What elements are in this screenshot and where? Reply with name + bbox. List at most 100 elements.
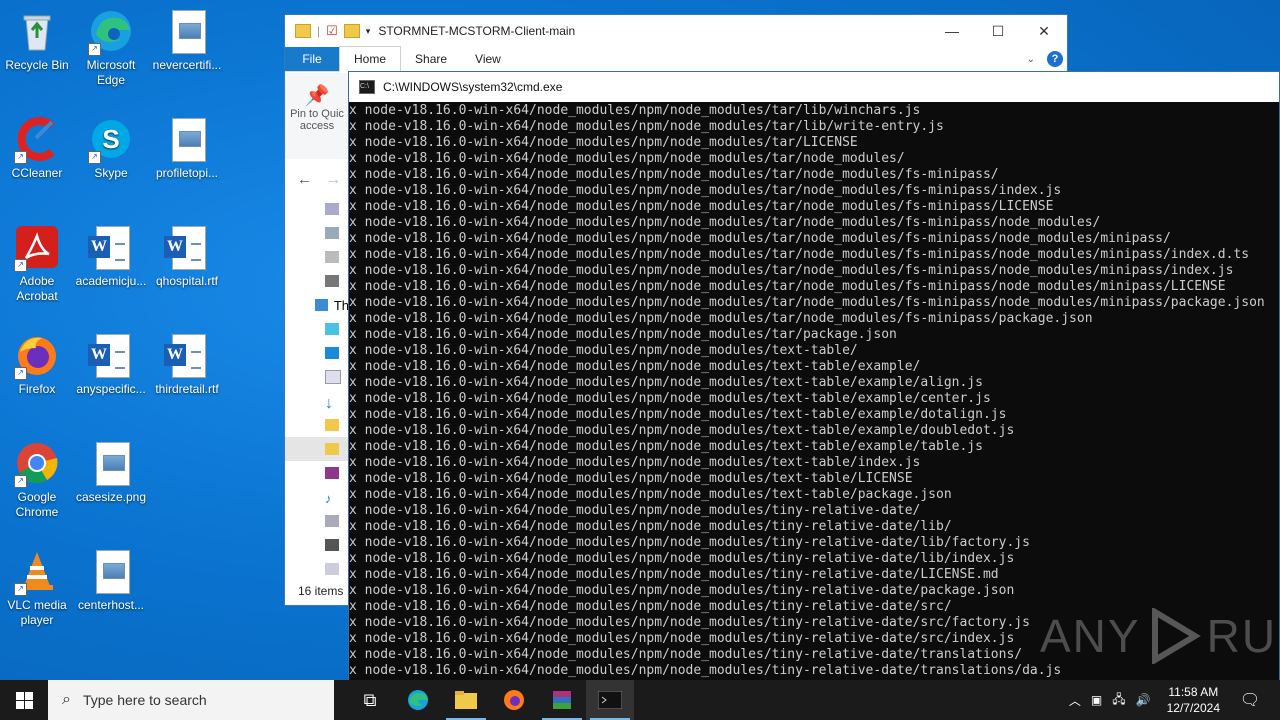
desktop-icon-ccleaner[interactable]: ↗ CCleaner xyxy=(0,116,74,181)
network-icon[interactable]: 🖧 xyxy=(1112,690,1125,711)
desktop-icon-label: Skype xyxy=(94,166,128,180)
explorer-title-bar[interactable]: | ☑ ▾ STORMNET-MCSTORM-Client-main — ☐ ✕ xyxy=(285,15,1067,47)
recycle-bin-icon xyxy=(14,8,60,54)
desktop-icon-academicju[interactable]: W academicju... xyxy=(74,224,148,289)
maximize-button[interactable]: ☐ xyxy=(975,16,1021,46)
tab-view[interactable]: View xyxy=(461,47,515,71)
console-line: x node-v18.16.0-win-x64/node_modules/npm… xyxy=(349,231,1171,246)
cmd-title-bar[interactable]: C:\ C:\WINDOWS\system32\cmd.exe xyxy=(349,72,1279,102)
nav-item-desktop[interactable] xyxy=(285,197,349,221)
back-arrow-icon[interactable]: ← xyxy=(297,171,312,188)
nav-item-search[interactable] xyxy=(285,245,349,269)
console-line: x node-v18.16.0-win-x64/node_modules/npm… xyxy=(349,151,905,166)
notification-icon[interactable]: 🗨 xyxy=(1230,690,1270,710)
cube-icon xyxy=(325,323,339,335)
desktop-icon-vlc[interactable]: ↗ VLC media player xyxy=(0,548,74,628)
desktop-icon-label: Microsoft Edge xyxy=(86,58,136,87)
chrome-icon: ↗ xyxy=(14,440,60,488)
nav-item-downloads[interactable]: ↓ xyxy=(285,389,349,413)
edge-icon[interactable] xyxy=(394,680,442,720)
nav-item-desktop-pc[interactable] xyxy=(285,341,349,365)
close-button[interactable]: ✕ xyxy=(1021,16,1067,46)
skype-icon: S ↗ xyxy=(88,116,134,164)
console-line: x node-v18.16.0-win-x64/node_modules/npm… xyxy=(349,471,913,486)
nav-item-network[interactable] xyxy=(285,221,349,245)
image-file-icon xyxy=(164,116,210,162)
file-explorer-icon[interactable] xyxy=(442,680,490,720)
tab-file[interactable]: File xyxy=(285,47,339,71)
desktop-icon-skype[interactable]: S ↗ Skype xyxy=(74,116,148,181)
desktop-icon-chrome[interactable]: ↗ Google Chrome xyxy=(0,440,74,520)
nav-item-3d-objects[interactable] xyxy=(285,317,349,341)
desktop-icon-profiletopi[interactable]: profiletopi... xyxy=(150,116,224,181)
ccleaner-icon: ↗ xyxy=(14,116,60,164)
nav-item-videos-pc[interactable] xyxy=(285,533,349,557)
firefox-icon[interactable] xyxy=(490,680,538,720)
chevron-down-icon[interactable]: ⌄ xyxy=(1027,54,1035,65)
desktop-icon xyxy=(325,203,339,215)
desktop-icon-qhospital[interactable]: W qhospital.rtf xyxy=(150,224,224,289)
console-line: x node-v18.16.0-win-x64/node_modules/npm… xyxy=(349,503,921,518)
console-line: x node-v18.16.0-win-x64/node_modules/npm… xyxy=(349,519,952,534)
separator: | xyxy=(317,24,321,38)
desktop-icon-firefox[interactable]: ↗ Firefox xyxy=(0,332,74,397)
console-line: x node-v18.16.0-win-x64/node_modules/npm… xyxy=(349,583,1015,598)
desktop-icon-centerhost[interactable]: centerhost... xyxy=(74,548,148,613)
properties-icon[interactable]: ☑ xyxy=(326,23,338,39)
nav-item-documents[interactable] xyxy=(285,365,349,389)
search-placeholder: Type here to search xyxy=(82,692,207,708)
word-doc-icon: W xyxy=(88,224,134,270)
new-folder-icon[interactable] xyxy=(343,24,360,38)
console-line: x node-v18.16.0-win-x64/node_modules/npm… xyxy=(349,279,1226,294)
pin-to-quick-access-button[interactable]: 📌 Pin to Quic access xyxy=(285,73,349,159)
desktop-icon-nevercertifi[interactable]: nevercertifi... xyxy=(150,8,224,73)
clock[interactable]: 11:58 AM 12/7/2024 xyxy=(1167,684,1220,716)
desktop-icon-anyspecific[interactable]: W anyspecific... xyxy=(74,332,148,397)
volume-icon[interactable]: 🔊 xyxy=(1136,693,1151,707)
nav-item-archive[interactable] xyxy=(285,461,349,485)
task-view-icon[interactable]: ⧉ xyxy=(346,680,394,720)
meet-now-icon[interactable]: ▣ xyxy=(1091,693,1102,707)
desktop-icon-edge[interactable]: ↗ Microsoft Edge xyxy=(74,8,148,88)
nav-item-videos[interactable] xyxy=(285,269,349,293)
cmd-icon[interactable] xyxy=(586,680,634,720)
console-line: x node-v18.16.0-win-x64/node_modules/npm… xyxy=(349,343,858,358)
console-line: x node-v18.16.0-win-x64/node_modules/npm… xyxy=(349,439,983,454)
desktop-icon-thirdretail[interactable]: W thirdretail.rtf xyxy=(150,332,224,397)
help-icon[interactable]: ? xyxy=(1047,51,1063,67)
navigation-buttons: ← → xyxy=(285,161,349,197)
nav-item-music[interactable]: ♪ xyxy=(285,485,349,509)
download-arrow-icon: ↓ xyxy=(325,395,333,412)
desktop-icon-label: profiletopi... xyxy=(155,166,219,180)
taskbar: ⌕ Type here to search ⧉ ︿ ▣ 🖧 🔊 11:58 AM… xyxy=(0,680,1280,720)
desktop-icon-label: CCleaner xyxy=(11,166,63,180)
console-line: x node-v18.16.0-win-x64/node_modules/npm… xyxy=(349,199,1054,214)
nav-item-folder[interactable] xyxy=(285,413,349,437)
taskbar-search-box[interactable]: ⌕ Type here to search xyxy=(48,680,334,720)
pin-label-line2: access xyxy=(299,120,335,132)
desktop-icon-label: Google Chrome xyxy=(15,490,59,519)
desktop-icon-acrobat[interactable]: ↗ Adobe Acrobat xyxy=(0,224,74,304)
film-icon xyxy=(325,275,339,287)
nav-item-pictures[interactable] xyxy=(285,509,349,533)
nav-item-this-pc[interactable]: Th xyxy=(285,293,349,317)
console-line: x node-v18.16.0-win-x64/node_modules/npm… xyxy=(349,663,1062,678)
winrar-icon[interactable] xyxy=(538,680,586,720)
minimize-button[interactable]: — xyxy=(929,16,975,46)
chevron-up-icon[interactable]: ︿ xyxy=(1069,692,1081,709)
edge-icon: ↗ xyxy=(88,8,134,56)
forward-arrow-icon[interactable]: → xyxy=(326,171,341,188)
nav-item-folder-selected[interactable] xyxy=(285,437,349,461)
tab-share[interactable]: Share xyxy=(401,47,461,71)
desktop-icon-recycle-bin[interactable]: Recycle Bin xyxy=(0,8,74,73)
search-icon xyxy=(325,251,339,263)
console-line: x node-v18.16.0-win-x64/node_modules/npm… xyxy=(349,567,999,582)
play-logo-icon xyxy=(1151,608,1201,664)
start-button[interactable] xyxy=(0,680,48,720)
desktop-icon-casesize[interactable]: casesize.png xyxy=(74,440,148,505)
desktop-icon-label: academicju... xyxy=(75,274,147,288)
document-icon xyxy=(325,370,341,384)
chevron-down-icon[interactable]: ▾ xyxy=(366,26,371,37)
tab-home[interactable]: Home xyxy=(339,46,402,72)
film-icon xyxy=(325,539,339,551)
